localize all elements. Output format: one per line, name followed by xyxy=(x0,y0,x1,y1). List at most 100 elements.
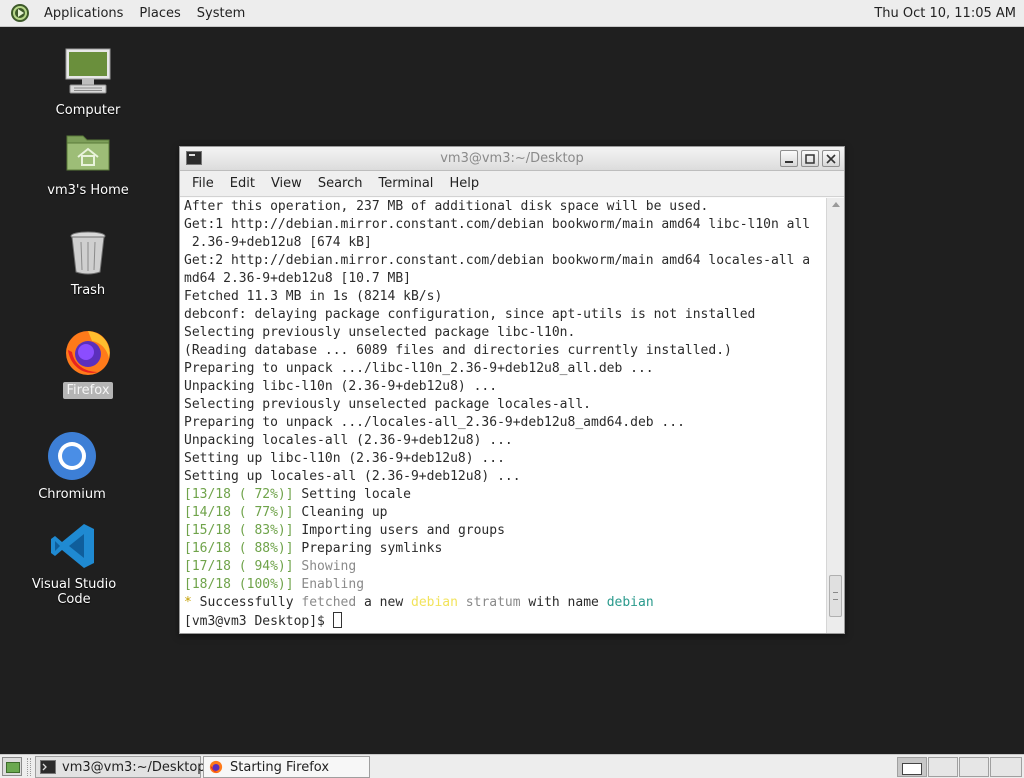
progress-line: [14/18 ( 77%)] Cleaning up xyxy=(184,504,822,522)
progress-line: [16/18 ( 88%)] Preparing symlinks xyxy=(184,540,822,558)
desktop-icon-label: Firefox xyxy=(63,382,113,399)
task-label: vm3@vm3:~/Desktop xyxy=(62,759,206,775)
terminal-line: Unpacking libc-l10n (2.36-9+deb12u8) ... xyxy=(184,379,498,394)
terminal-line: Setting up locales-all (2.36-9+deb12u8) … xyxy=(184,469,521,484)
menu-help[interactable]: Help xyxy=(441,176,487,191)
terminal-icon xyxy=(40,760,56,774)
terminal-line: After this operation, 237 MB of addition… xyxy=(184,199,709,214)
menu-view[interactable]: View xyxy=(263,176,310,191)
terminal-window[interactable]: vm3@vm3:~/Desktop File Edit View Search … xyxy=(179,146,845,634)
terminal-line: Selecting previously unselected package … xyxy=(184,397,591,412)
computer-icon xyxy=(65,48,111,94)
menu-file[interactable]: File xyxy=(184,176,222,191)
success-text: Successfully xyxy=(191,595,302,610)
progress-tag: [16/18 ( 88%)] xyxy=(184,541,294,556)
progress-tag: [14/18 ( 77%)] xyxy=(184,505,294,520)
taskbar-item-terminal[interactable]: vm3@vm3:~/Desktop xyxy=(35,756,206,778)
progress-tag: [17/18 ( 94%)] xyxy=(184,559,294,574)
terminal-line: Setting up libc-l10n (2.36-9+deb12u8) ..… xyxy=(184,451,505,466)
progress-text: Showing xyxy=(293,559,357,574)
shell-prompt: [vm3@vm3 Desktop]$ xyxy=(184,614,333,629)
progress-text: Enabling xyxy=(293,577,365,592)
desktop-icon-home[interactable]: vm3's Home xyxy=(28,126,148,199)
desktop-icon-label: Trash xyxy=(70,283,106,298)
workspace-3[interactable] xyxy=(959,757,989,777)
menu-terminal[interactable]: Terminal xyxy=(370,176,441,191)
workspace-4[interactable] xyxy=(990,757,1022,777)
terminal-line: Get:1 http://debian.mirror.constant.com/… xyxy=(184,217,811,232)
terminal-scrollbar[interactable] xyxy=(826,198,844,633)
minimize-icon xyxy=(785,160,793,163)
close-button[interactable] xyxy=(822,150,840,167)
terminal-line: md64 2.36-9+deb12u8 [10.7 MB] xyxy=(184,271,411,286)
terminal-line: Selecting previously unselected package … xyxy=(184,325,576,340)
distro-logo-icon[interactable] xyxy=(10,3,30,23)
success-line: * Successfully fetched a new debian stra… xyxy=(184,594,822,612)
desktop-icon-computer[interactable]: Computer xyxy=(28,46,148,119)
progress-text: Preparing symlinks xyxy=(293,541,443,556)
progress-line: [18/18 (100%)] Enabling xyxy=(184,576,822,594)
terminal-line: debconf: delaying package configuration,… xyxy=(184,307,756,322)
prompt-line[interactable]: [vm3@vm3 Desktop]$ xyxy=(184,612,822,630)
terminal-line: Fetched 11.3 MB in 1s (8214 kB/s) xyxy=(184,289,443,304)
stratum-name: debian xyxy=(411,595,458,610)
close-icon xyxy=(826,153,836,164)
maximize-button[interactable] xyxy=(801,150,819,167)
menu-places[interactable]: Places xyxy=(131,0,188,27)
menu-search[interactable]: Search xyxy=(310,176,371,191)
desktop-icon-label: Computer xyxy=(55,103,121,118)
terminal-line: 2.36-9+deb12u8 [674 kB] xyxy=(184,235,372,250)
desktop-icon-vscode[interactable]: Visual Studio Code xyxy=(14,520,134,608)
terminal-line: (Reading database ... 6089 files and dir… xyxy=(184,343,732,358)
desktop-icon-label: Chromium xyxy=(38,487,106,502)
home-folder-icon xyxy=(66,135,110,171)
success-text: with name xyxy=(520,595,607,610)
window-title: vm3@vm3:~/Desktop xyxy=(440,151,584,166)
clock[interactable]: Thu Oct 10, 11:05 AM xyxy=(874,0,1016,27)
terminal-line: Get:2 http://debian.mirror.constant.com/… xyxy=(184,253,811,268)
desktop-icon-label: Visual Studio Code xyxy=(31,577,117,607)
progress-line: [15/18 ( 83%)] Importing users and group… xyxy=(184,522,822,540)
workspace-1[interactable] xyxy=(897,757,927,777)
success-text: stratum xyxy=(457,595,521,610)
top-panel: Applications Places System Thu Oct 10, 1… xyxy=(0,0,1024,27)
menu-applications[interactable]: Applications xyxy=(36,0,131,27)
minimize-button[interactable] xyxy=(780,150,798,167)
window-titlebar[interactable]: vm3@vm3:~/Desktop xyxy=(180,147,844,171)
progress-tag: [18/18 (100%)] xyxy=(184,577,294,592)
progress-line: [17/18 ( 94%)] Showing xyxy=(184,558,822,576)
progress-line: [13/18 ( 72%)] Setting locale xyxy=(184,486,822,504)
terminal-line: Preparing to unpack .../locales-all_2.36… xyxy=(184,415,685,430)
progress-tag: [15/18 ( 83%)] xyxy=(184,523,294,538)
progress-text: Cleaning up xyxy=(293,505,388,520)
terminal-line: Preparing to unpack .../libc-l10n_2.36-9… xyxy=(184,361,654,376)
progress-text: Importing users and groups xyxy=(293,523,505,538)
vscode-icon xyxy=(51,524,94,568)
success-star: * xyxy=(184,595,192,610)
terminal-output[interactable]: After this operation, 237 MB of addition… xyxy=(180,198,826,633)
desktop-icon-trash[interactable]: Trash xyxy=(28,226,148,299)
desktop-icon-firefox[interactable]: Firefox xyxy=(28,326,148,399)
trash-icon xyxy=(70,231,106,275)
menu-edit[interactable]: Edit xyxy=(222,176,263,191)
task-label: Starting Firefox xyxy=(230,759,330,775)
menu-system[interactable]: System xyxy=(189,0,253,27)
progress-text: Setting locale xyxy=(293,487,411,502)
terminal-menubar: File Edit View Search Terminal Help xyxy=(180,171,844,197)
panel-handle[interactable] xyxy=(27,758,31,776)
desktop-icon-label: vm3's Home xyxy=(47,183,129,198)
show-desktop-button[interactable] xyxy=(2,757,22,776)
maximize-icon xyxy=(805,153,815,164)
terminal-line: Unpacking locales-all (2.36-9+deb12u8) .… xyxy=(184,433,513,448)
scroll-up-icon[interactable] xyxy=(832,202,840,207)
text-cursor xyxy=(332,612,342,628)
taskbar-item-firefox[interactable]: Starting Firefox xyxy=(203,756,370,778)
scrollbar-thumb[interactable] xyxy=(829,575,842,617)
workspace-2[interactable] xyxy=(928,757,958,777)
bottom-panel: vm3@vm3:~/Desktop Starting Firefox xyxy=(0,754,1024,778)
success-text: a new xyxy=(356,595,411,610)
progress-tag: [13/18 ( 72%)] xyxy=(184,487,294,502)
desktop-icon-chromium[interactable]: Chromium xyxy=(12,430,132,503)
firefox-icon xyxy=(209,760,223,774)
firefox-icon xyxy=(66,331,110,375)
